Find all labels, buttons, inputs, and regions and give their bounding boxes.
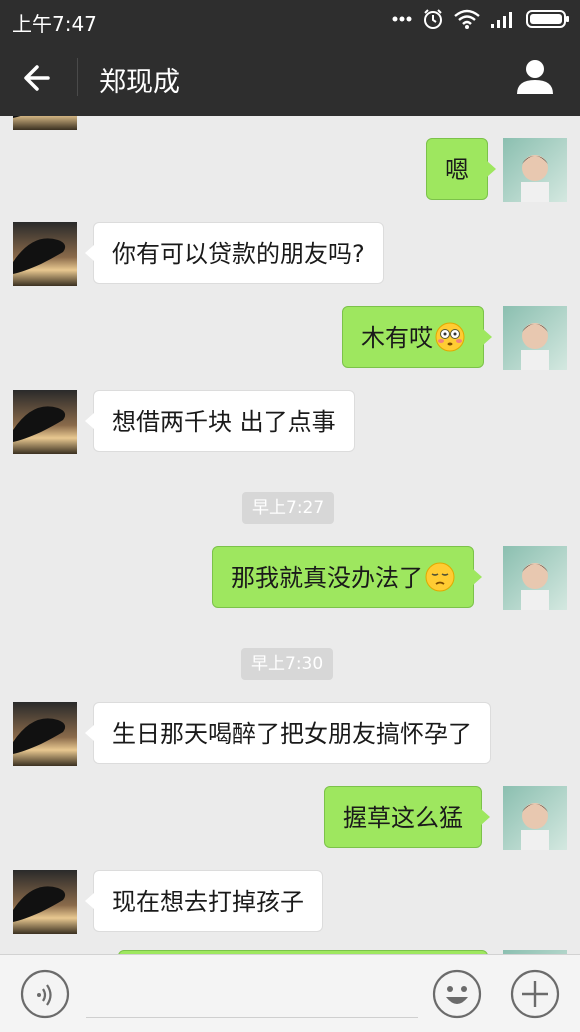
message-bubble-incoming[interactable]: 想借两千块 出了点事 [85,390,355,452]
input-bar [0,954,580,1032]
alarm-icon [424,9,442,29]
avatar-contact[interactable] [13,870,77,934]
avatar-self[interactable] [503,138,567,202]
avatar-contact[interactable] [13,222,77,286]
status-icons [392,6,570,32]
person-icon[interactable] [514,56,556,98]
avatar-contact[interactable] [13,116,77,130]
flushed-face-icon [435,322,465,352]
plus-icon[interactable] [510,969,560,1019]
message-bubble-outgoing[interactable]: 嗯 [426,138,496,200]
message-bubble-outgoing[interactable]: 握草这么猛 [324,786,490,848]
timestamp: 早上7:27 [242,492,335,524]
status-bar: 上午7:47 [0,0,580,38]
title-bar: 郑现成 [0,38,580,116]
emoji-icon[interactable] [432,969,482,1019]
message-bubble-incoming[interactable]: 你有可以贷款的朋友吗? [85,222,384,284]
avatar-contact[interactable] [13,702,77,766]
message-bubble-outgoing[interactable]: 那我就真没办法了 [212,546,482,608]
message-input[interactable] [86,1017,418,1018]
title-divider [77,58,78,96]
battery-icon [526,10,569,28]
avatar-self[interactable] [503,786,567,850]
chat-title: 郑现成 [99,67,180,98]
avatar-contact[interactable] [13,390,77,454]
status-time: 上午7:47 [12,12,97,36]
avatar-self[interactable] [503,546,567,610]
timestamp: 早上7:30 [241,648,334,680]
signal-icon [491,12,512,28]
message-bubble-incoming[interactable]: 现在想去打掉孩子 [85,870,323,932]
more-dots-icon [392,16,412,22]
message-text: 木有哎 [361,324,433,352]
wifi-icon [454,9,480,29]
voice-icon[interactable] [20,969,70,1019]
back-arrow-icon[interactable] [18,58,58,98]
chat-area[interactable]: 嗯 你有可以贷款的朋友吗? 木有哎 想借两千块 出了点事 早上7:27 那我就真… [0,116,580,954]
avatar-self[interactable] [503,306,567,370]
message-bubble-incoming[interactable]: 生日那天喝醉了把女朋友搞怀孕了 [85,702,491,764]
message-text: 那我就真没办法了 [231,564,423,592]
pensive-face-icon [425,562,455,592]
message-bubble-outgoing[interactable]: 木有哎 [342,306,492,368]
